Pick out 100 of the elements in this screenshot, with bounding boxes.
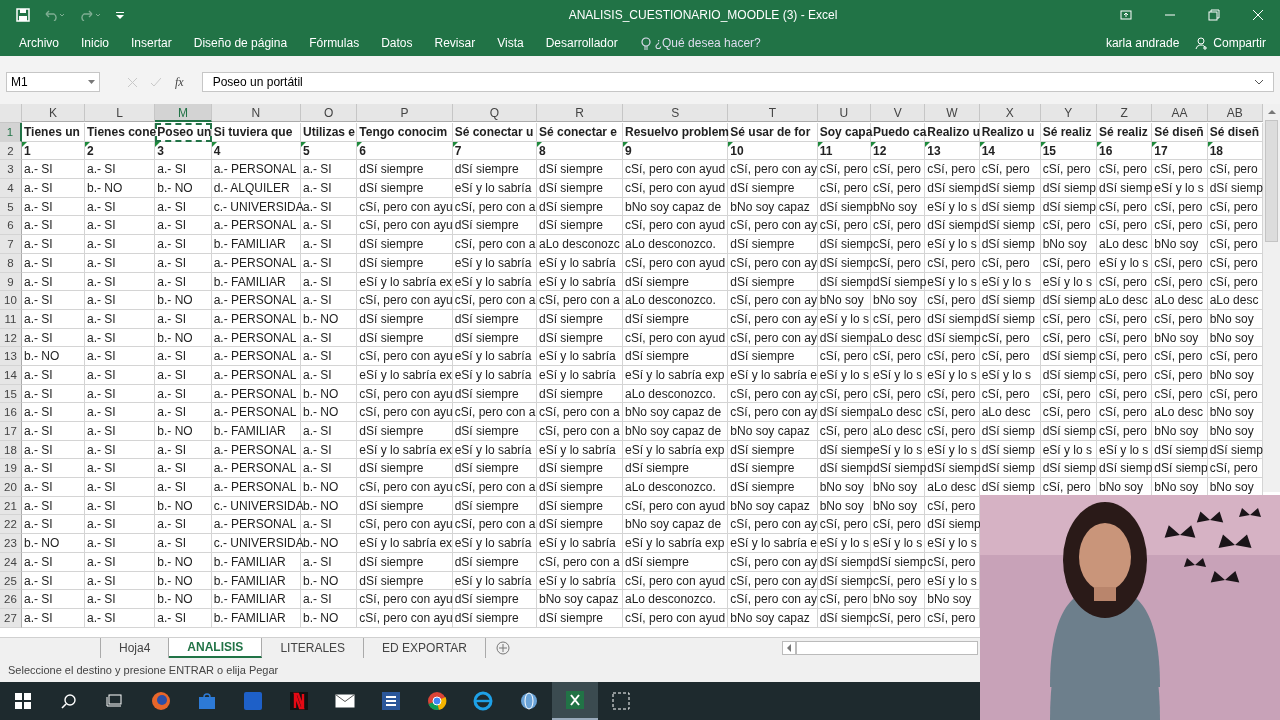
ribbon-tab[interactable]: Desarrollador <box>534 33 629 53</box>
ribbon-tab[interactable]: Diseño de página <box>182 33 299 53</box>
row-header[interactable]: 26 <box>0 590 22 609</box>
scroll-up-icon[interactable] <box>1267 108 1276 116</box>
column-header[interactable]: W <box>925 104 980 122</box>
row-header[interactable]: 22 <box>0 515 22 535</box>
table-cell: a.- SI <box>85 590 156 609</box>
ribbon-tab[interactable]: Insertar <box>120 33 183 53</box>
table-cell: b.- NO <box>301 478 358 497</box>
row-header[interactable]: 7 <box>0 235 22 254</box>
table-cell: dSí siempre <box>537 179 623 198</box>
table-cell: bNo soy <box>817 478 871 497</box>
row-header[interactable]: 17 <box>0 422 22 441</box>
table-cell: dSí siempre <box>728 179 818 198</box>
caret-icon[interactable] <box>88 80 95 84</box>
table-cell: dSí siemp <box>1152 459 1208 479</box>
table-cell: a.- SI <box>85 160 156 180</box>
scrollbar-thumb[interactable] <box>1265 120 1278 242</box>
horizontal-scrollbar[interactable] <box>782 638 978 658</box>
scrollbar-thumb[interactable] <box>796 641 978 655</box>
table-cell: b.- FAMILIAR <box>211 552 301 572</box>
ribbon-tab[interactable]: Datos <box>370 33 424 53</box>
table-cell: b.- NO <box>155 571 212 591</box>
column-header[interactable]: S <box>623 104 729 122</box>
name-box[interactable]: M1 <box>6 72 100 92</box>
scroll-left-icon[interactable] <box>782 641 796 655</box>
sheet-tab[interactable]: ANALISIS <box>169 638 263 658</box>
column-header[interactable]: R <box>537 104 623 122</box>
row-header[interactable]: 10 <box>0 291 22 310</box>
expand-icon[interactable] <box>1255 79 1263 85</box>
table-cell: a.- SI <box>301 515 358 535</box>
table-cell: eSí y lo s <box>925 235 980 254</box>
table-cell: a.- SI <box>22 179 85 198</box>
table-cell: eSí y lo s <box>1097 253 1153 273</box>
column-header[interactable]: U <box>817 104 871 122</box>
table-cell: eSí y lo s <box>817 534 871 553</box>
table-cell: a.- SI <box>22 272 85 292</box>
share-button[interactable]: Compartir <box>1189 33 1272 53</box>
ribbon-tab[interactable]: Vista <box>486 33 535 53</box>
column-header[interactable]: P <box>357 104 453 122</box>
table-cell: b.- NO <box>155 496 212 516</box>
undo-icon[interactable] <box>44 9 66 21</box>
check-icon[interactable] <box>151 77 161 87</box>
row-header[interactable]: 13 <box>0 347 22 366</box>
table-cell: Sé diseñ <box>1152 123 1208 142</box>
column-header[interactable]: AA <box>1152 104 1208 122</box>
column-header[interactable]: Z <box>1097 104 1153 122</box>
column-header[interactable]: O <box>301 104 358 122</box>
row-header[interactable]: 6 <box>0 216 22 236</box>
table-cell: eSí y lo sabría <box>537 440 623 460</box>
table-cell: cSí, pero <box>871 384 926 404</box>
column-header[interactable]: V <box>871 104 926 122</box>
customize-caret-icon[interactable] <box>116 11 124 19</box>
row-header[interactable]: 19 <box>0 459 22 479</box>
ribbon-tab[interactable]: Inicio <box>70 33 121 53</box>
tell-me-field[interactable]: ¿Qué desea hacer? <box>654 36 761 50</box>
column-header[interactable]: N <box>211 104 301 122</box>
column-header[interactable]: X <box>979 104 1041 122</box>
table-cell: cSí, pero con a <box>537 552 623 572</box>
row-header[interactable]: 23 <box>0 534 22 553</box>
table-cell: a.- SI <box>301 459 358 479</box>
redo-icon[interactable] <box>80 9 102 21</box>
row-header[interactable]: 1 <box>0 123 22 142</box>
ribbon-tab[interactable]: Fórmulas <box>298 33 371 53</box>
column-header[interactable]: T <box>728 104 818 122</box>
table-cell: a.- SI <box>85 253 156 273</box>
insert-function-button[interactable]: fx <box>175 74 184 90</box>
column-header[interactable]: Y <box>1040 104 1097 122</box>
column-header[interactable]: Q <box>452 104 537 122</box>
column-header[interactable]: K <box>22 104 85 122</box>
row-header[interactable]: 3 <box>0 160 22 180</box>
table-cell: a.- SI <box>85 309 156 329</box>
table-cell: a.- SI <box>22 309 85 329</box>
vertical-scrollbar[interactable] <box>1263 104 1280 492</box>
table-cell: eSí y lo s <box>871 534 926 553</box>
save-icon[interactable] <box>16 8 30 22</box>
table-cell: eSí y lo sabría ex <box>357 440 453 460</box>
row-header[interactable]: 20 <box>0 478 22 497</box>
table-cell: dSí siempre <box>452 328 537 348</box>
table-cell: cSí, pero con ayu <box>357 197 453 217</box>
spreadsheet-app-icon[interactable] <box>552 682 598 720</box>
ribbon-tab[interactable]: Archivo <box>8 33 70 53</box>
table-cell: cSí, pero <box>1097 328 1153 348</box>
table-cell: cSí, pero <box>925 422 980 441</box>
column-header[interactable]: L <box>85 104 156 122</box>
table-cell: a.- SI <box>155 459 212 479</box>
column-header[interactable]: M <box>155 104 212 122</box>
column-header[interactable]: AB <box>1207 104 1263 122</box>
table-cell: cSí, pero <box>925 403 980 422</box>
row-header[interactable]: 16 <box>0 403 22 422</box>
table-cell: dSí siemp <box>979 440 1041 460</box>
table-cell: dSí siempre <box>357 309 453 329</box>
table-cell: dSí siempre <box>728 478 818 497</box>
table-cell: cSí, pero <box>1040 403 1097 422</box>
formula-field[interactable]: Poseo un portátil <box>201 72 1274 92</box>
table-cell: dSí siempre <box>357 552 453 572</box>
row-header[interactable]: 4 <box>0 179 22 198</box>
ribbon-tab[interactable]: Revisar <box>423 33 487 53</box>
table-cell: dSí siemp <box>1040 459 1097 479</box>
table-cell: a.- SI <box>301 328 358 348</box>
